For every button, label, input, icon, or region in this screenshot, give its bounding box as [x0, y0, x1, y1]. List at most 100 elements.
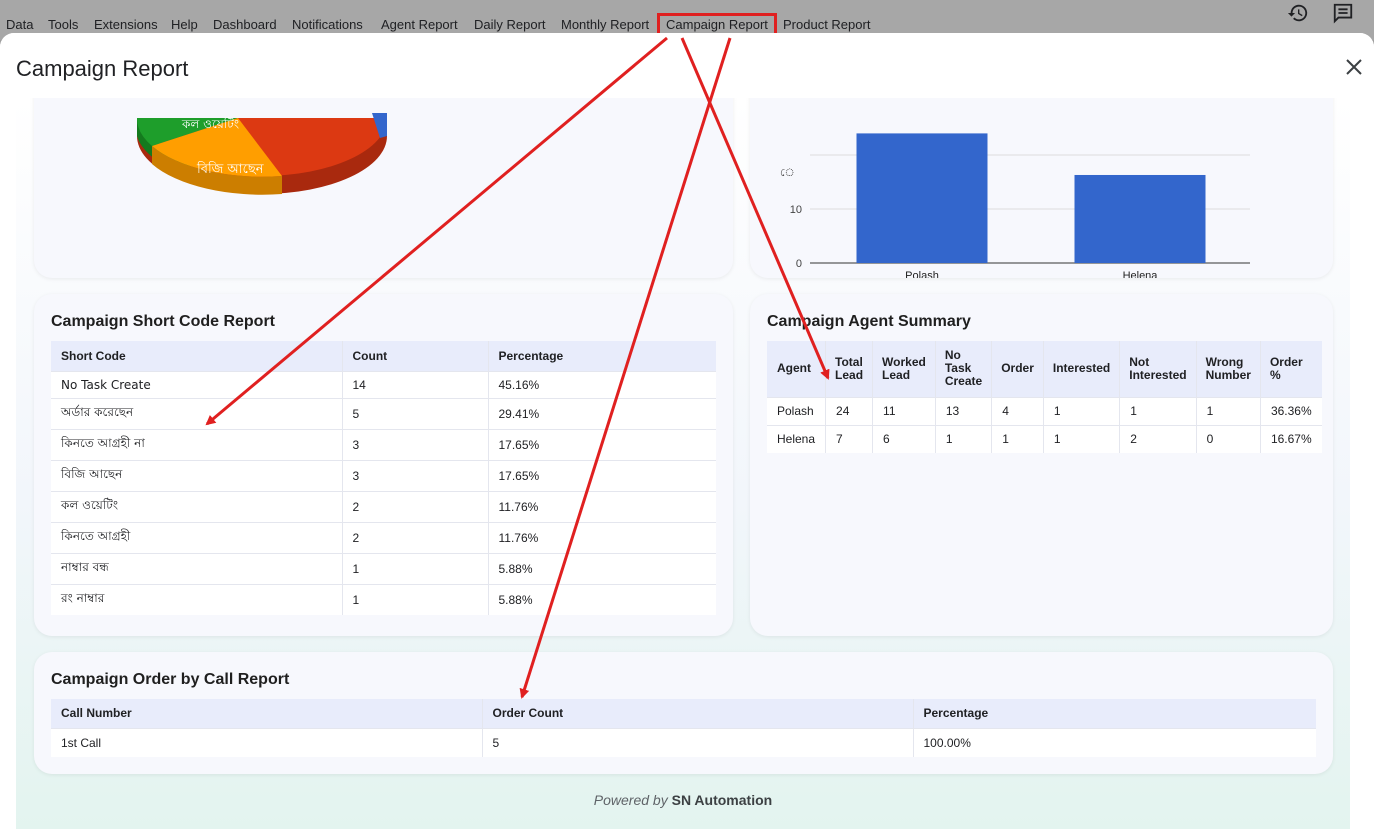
table-cell: 2 — [1119, 424, 1197, 453]
footer-prefix: Powered by — [593, 792, 668, 808]
table-cell: Polash — [767, 396, 826, 425]
pie-chart: কল ওয়েটিং বিজি আছেন — [136, 113, 387, 195]
col-wrong-number: Wrong Number — [1195, 341, 1261, 397]
col-order: Order — [991, 341, 1044, 397]
table-row: কিনতে আগ্রহী না 3 17.65% — [51, 428, 716, 460]
footer-brand[interactable]: SN Automation — [672, 792, 773, 808]
x-tick-label: Polash — [905, 270, 939, 278]
menu-dashboard[interactable]: Dashboard — [213, 17, 277, 32]
menu-extensions[interactable]: Extensions — [94, 17, 158, 32]
menu-monthly-report[interactable]: Monthly Report — [561, 17, 649, 32]
table-cell: 1 — [1042, 396, 1120, 425]
report-content: কল ওয়েটিং বিজি আছেন 010েPolashHelenaAge… — [16, 98, 1350, 829]
menu-daily-report[interactable]: Daily Report — [474, 17, 546, 32]
agent-summary-title: Campaign Agent Summary — [767, 313, 971, 330]
y-tick-label: 0 — [796, 258, 802, 270]
table-cell: নাম্বার বন্ধ — [51, 552, 342, 584]
col-short-code: Short Code — [51, 341, 342, 371]
table-row: রং নাম্বার 1 5.88% — [51, 583, 716, 615]
table-cell: 1 — [1042, 424, 1120, 453]
campaign-report-dialog: Campaign Report কল ওয়েটিং বিজি আছেন 0 1… — [0, 33, 1374, 829]
table-cell: 1 — [991, 424, 1044, 453]
history-icon[interactable] — [1287, 2, 1309, 24]
scrollbar-track[interactable] — [1350, 98, 1374, 829]
menu-tools[interactable]: Tools — [48, 17, 78, 32]
table-cell: 1 — [1195, 396, 1261, 425]
table-cell: 16.67% — [1259, 424, 1322, 453]
agent-bar-chart: 010েPolashHelenaAgent — [780, 133, 1250, 278]
table-cell: 5 — [481, 727, 913, 757]
dialog-title: Campaign Report — [16, 56, 189, 81]
table-cell: 5 — [341, 397, 488, 429]
col-order-percent: Order % — [1259, 341, 1322, 397]
table-cell: 36.36% — [1259, 396, 1322, 425]
table-cell: 100.00% — [912, 727, 1316, 757]
col-not-interested: Not Interested — [1119, 341, 1197, 397]
menu-product-report[interactable]: Product Report — [783, 17, 870, 32]
col-percentage: Percentage — [487, 341, 716, 371]
order-by-call-card: Campaign Order by Call Report Call Numbe… — [34, 652, 1333, 774]
y-tick-label: 10 — [790, 204, 802, 216]
dialog-header: Campaign Report — [0, 33, 1374, 98]
agent-bar-chart-card: 010েPolashHelenaAgent — [750, 98, 1333, 278]
table-cell: কিনতে আগ্রহী — [51, 521, 342, 553]
footer: Powered by SN Automation — [16, 792, 1350, 808]
col-interested: Interested — [1042, 341, 1120, 397]
table-cell: 29.41% — [487, 397, 716, 429]
menu-agent-report[interactable]: Agent Report — [381, 17, 458, 32]
pie-label-call-waiting: কল ওয়েটিং — [181, 117, 239, 131]
order-by-call-title: Campaign Order by Call Report — [51, 671, 290, 688]
menu-help[interactable]: Help — [171, 17, 198, 32]
bar-polash — [856, 133, 988, 263]
table-cell: 24 — [825, 396, 873, 425]
table-cell: কল ওয়েটিং — [51, 490, 342, 522]
table-cell: বিজি আছেন — [51, 459, 342, 491]
table-row: কিনতে আগ্রহী 2 11.76% — [51, 521, 716, 553]
table-cell: 2 — [341, 521, 488, 553]
table-cell: 1 — [934, 424, 992, 453]
table-row: Polash 24 11 13 4 1 1 1 36.36% — [767, 396, 1322, 425]
short-code-table: Short Code Count Percentage No Task Crea… — [51, 341, 716, 615]
bar-helena — [1074, 174, 1206, 263]
table-row: কল ওয়েটিং 2 11.76% — [51, 490, 716, 522]
table-cell: 5.88% — [487, 583, 716, 615]
x-tick-label: Helena — [1123, 270, 1159, 278]
col-count: Count — [341, 341, 488, 371]
table-row: নাম্বার বন্ধ 1 5.88% — [51, 552, 716, 584]
agent-summary-card: Campaign Agent Summary Agent Total Lead … — [750, 294, 1333, 636]
col-call-number: Call Number — [51, 699, 482, 728]
col-total-lead: Total Lead — [825, 341, 873, 397]
col-call-percentage: Percentage — [912, 699, 1316, 728]
table-cell: 13 — [934, 396, 992, 425]
menu-data[interactable]: Data — [6, 17, 33, 32]
table-cell: 1st Call — [51, 727, 482, 757]
table-cell: 1 — [1119, 396, 1197, 425]
agent-summary-table: Agent Total Lead Worked Lead No Task Cre… — [767, 341, 1322, 453]
table-row: অর্ডার করেছেন 5 29.41% — [51, 397, 716, 429]
col-no-task-create: No Task Create — [934, 341, 992, 397]
col-order-count: Order Count — [481, 699, 913, 728]
table-cell: অর্ডার করেছেন — [51, 397, 342, 429]
short-code-pie-card: কল ওয়েটিং বিজি আছেন — [34, 98, 733, 278]
table-row: Helena 7 6 1 1 1 2 0 16.67% — [767, 424, 1322, 453]
comment-icon[interactable] — [1332, 2, 1354, 24]
y-axis-partial-label: ে — [780, 166, 795, 179]
table-cell: রং নাম্বার — [51, 583, 342, 615]
table-cell: 0 — [1195, 424, 1261, 453]
short-code-report-card: Campaign Short Code Report Short Code Co… — [34, 294, 733, 636]
table-cell: 14 — [341, 370, 488, 398]
table-cell: 11 — [872, 396, 936, 425]
table-cell: 7 — [825, 424, 873, 453]
table-cell: 17.65% — [487, 428, 716, 460]
table-cell: 1 — [341, 552, 488, 584]
short-code-report-title: Campaign Short Code Report — [51, 313, 276, 330]
pie-label-busy: বিজি আছেন — [196, 161, 264, 177]
table-cell: 17.65% — [487, 459, 716, 491]
col-agent: Agent — [767, 341, 826, 397]
table-cell: 11.76% — [487, 521, 716, 553]
table-cell: 3 — [341, 428, 488, 460]
close-icon[interactable] — [1342, 55, 1366, 79]
table-cell: কিনতে আগ্রহী না — [51, 428, 342, 460]
table-cell: 11.76% — [487, 490, 716, 522]
menu-notifications[interactable]: Notifications — [292, 17, 363, 32]
